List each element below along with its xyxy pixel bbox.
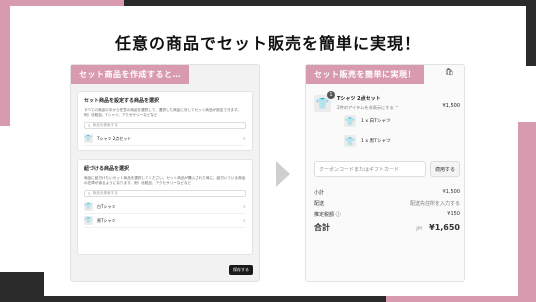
- sub-item: 👕 1 x 黒Tシャツ: [344, 135, 391, 147]
- tshirt-icon: 👕 1: [314, 91, 335, 112]
- tax-row: 推定税額 ⓘ ¥150: [314, 211, 460, 218]
- shipping-row: 配送 配送先住所を入力する: [314, 200, 460, 207]
- decor-corner: [0, 272, 44, 302]
- list-item-label: 白Tシャツ: [97, 203, 116, 209]
- decor-corner: [386, 296, 536, 302]
- sub-item-label: 1 x 白Tシャツ: [361, 119, 391, 124]
- tshirt-icon: 👕: [84, 216, 93, 225]
- coupon-input[interactable]: クーポンコードまたはギフトカード: [314, 161, 426, 177]
- sub-item: 👕 1 x 白Tシャツ: [344, 115, 391, 127]
- card-description: 商品に紐付けたいセット商品を選択してください。セット商品が購入された時に、紐付い…: [84, 176, 246, 185]
- shipping-value: 配送先住所を入力する: [409, 201, 460, 207]
- decor-corner: [124, 0, 536, 6]
- subtotal-label: 小計: [314, 190, 325, 196]
- close-icon[interactable]: ×: [243, 136, 246, 141]
- sub-item-label: 1 x 黒Tシャツ: [361, 139, 391, 144]
- panel-tag: セット商品を作成すると…: [71, 65, 189, 84]
- subtotal-row: 小計 ¥1,500: [314, 189, 460, 196]
- item-name: Tシャツ 2点セット: [337, 96, 381, 102]
- card-description: すべての商品の中から任意の商品を選択して、選択した商品に対してセット商品が設定で…: [84, 108, 241, 117]
- subtotal-value: ¥1,500: [442, 189, 461, 195]
- search-icon: ⚲: [88, 123, 91, 128]
- shipping-label: 配送: [314, 201, 325, 207]
- list-item-label: 黒Tシャツ: [97, 217, 116, 223]
- admin-panel: セット商品を作成すると… セット商品を設定する商品を選択 すべての商品の中から任…: [70, 64, 260, 282]
- tax-label: 推定税額 ⓘ: [314, 212, 341, 218]
- shopping-bag-icon[interactable]: 🛍: [445, 68, 454, 76]
- quantity-badge: 1: [327, 91, 335, 99]
- search-icon: ⚲: [88, 191, 91, 196]
- currency-code: JPY: [416, 226, 423, 231]
- decor-corner: [0, 0, 124, 6]
- apply-button[interactable]: 適用する: [430, 161, 460, 177]
- decor-corner: [518, 122, 536, 302]
- card-title: セット商品を設定する商品を選択: [84, 98, 160, 104]
- total-label: 合計: [314, 223, 330, 232]
- list-item-label: Tシャツ 2点セット: [97, 135, 132, 141]
- search-placeholder: 商品を検索する: [92, 123, 118, 127]
- save-button[interactable]: 保存する: [229, 265, 253, 275]
- page-title: 任意の商品でセット販売を簡単に実現！: [114, 34, 421, 53]
- product-search-input[interactable]: ⚲ 商品を検索する: [84, 122, 246, 129]
- product-search-input[interactable]: ⚲ 商品を検索する: [84, 190, 246, 197]
- linked-product-card: 紐づける商品を選択 商品に紐付けたいセット商品を選択してください。セット商品が購…: [77, 159, 253, 255]
- tshirt-icon: 👕: [344, 135, 356, 147]
- close-icon[interactable]: ×: [243, 218, 246, 223]
- list-item[interactable]: 👕 黒Tシャツ ×: [84, 214, 246, 228]
- list-item[interactable]: 👕 白Tシャツ ×: [84, 200, 246, 214]
- total-value: ¥1,650: [429, 223, 460, 232]
- tshirt-icon: 👕: [344, 115, 356, 127]
- tshirt-icon: 👕: [84, 202, 93, 211]
- close-icon[interactable]: ×: [243, 204, 246, 209]
- tax-value: ¥150: [447, 211, 460, 217]
- arrow-right-icon: [276, 161, 290, 187]
- set-product-card: セット商品を設定する商品を選択 すべての商品の中から任意の商品を選択して、選択し…: [77, 91, 253, 151]
- cart-item: 👕 1 Tシャツ 2点セット 2件のアイテムを非表示にする ^ ¥1,500: [314, 91, 461, 112]
- decor-corner: [0, 6, 10, 126]
- search-placeholder: 商品を検索する: [92, 191, 118, 195]
- checkout-panel: セット販売を簡単に実現！ 🛍 👕 1 Tシャツ 2点セット 2件のアイテムを非表…: [305, 64, 465, 282]
- total-row: 合計 JPY ¥1,650: [314, 222, 460, 233]
- panel-tag: セット販売を簡単に実現！: [306, 65, 424, 84]
- tshirt-icon: 👕: [84, 134, 93, 143]
- item-price: ¥1,500: [442, 103, 461, 109]
- list-item[interactable]: 👕 Tシャツ 2点セット ×: [84, 132, 246, 146]
- card-title: 紐づける商品を選択: [84, 166, 130, 172]
